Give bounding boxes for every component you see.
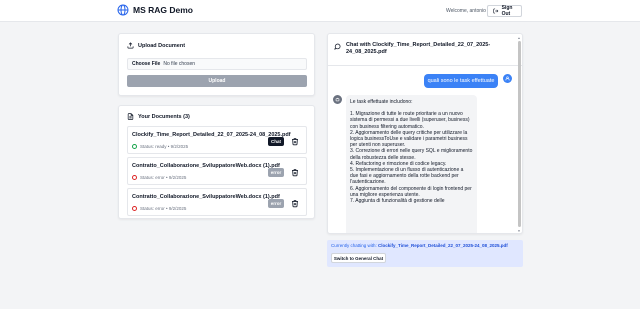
scroll-up-arrow-icon[interactable]: ▲ <box>517 36 521 40</box>
document-list: Clockify_Time_Report_Detailed_22_07_2025… <box>127 126 307 219</box>
brand: MS RAG Demo <box>117 4 193 16</box>
error-status-icon <box>132 175 137 180</box>
sign-out-button[interactable]: Sign Out <box>487 5 522 17</box>
bot-icon <box>335 97 340 102</box>
ready-status-icon <box>132 144 137 149</box>
upload-card: Upload Document Choose File No file chos… <box>118 33 315 96</box>
trash-icon[interactable] <box>291 199 299 208</box>
document-status: Status: error • 9/2/2025 <box>132 175 186 180</box>
user-icon <box>505 76 510 81</box>
chat-title: Chat with Clockify_Time_Report_Detailed_… <box>346 42 491 55</box>
assistant-intro: Le task effettuate includono: <box>350 99 413 105</box>
upload-button[interactable]: Upload <box>127 75 307 87</box>
document-item: Contratto_Collaborazione_SviluppatoreWeb… <box>127 157 307 185</box>
switch-to-general-chat-button[interactable]: Switch to General Chat <box>331 253 386 263</box>
documents-title: Your Documents (3) <box>127 113 190 120</box>
upload-title: Upload Document <box>127 42 185 49</box>
document-name: Clockify_Time_Report_Detailed_22_07_2025… <box>132 132 291 138</box>
welcome-text: Welcome, antonio <box>446 7 486 14</box>
error-badge-button[interactable]: error <box>268 199 284 208</box>
chat-scrollbar[interactable]: ▲ ▼ <box>517 36 521 233</box>
task-item: 2. Aggiornamento delle query critiche pe… <box>350 129 468 149</box>
app-name: MS RAG Demo <box>133 5 193 15</box>
sign-out-label: Sign Out <box>501 5 513 17</box>
chat-context-line: Currently chatting with: Clockify_Time_R… <box>331 243 508 248</box>
document-item: Contratto_Collaborazione_SviluppatoreWeb… <box>127 188 307 216</box>
trash-icon[interactable] <box>291 137 299 146</box>
error-status-icon <box>132 206 137 211</box>
document-name: Contratto_Collaborazione_SviluppatoreWeb… <box>132 194 280 200</box>
document-status: Status: error • 9/2/2025 <box>132 206 186 211</box>
top-bar: MS RAG Demo Welcome, antonio Sign Out <box>0 0 640 22</box>
document-status: Status: ready • 9/2/2025 <box>132 144 188 149</box>
chat-panel: Chat with Clockify_Time_Report_Detailed_… <box>327 33 523 234</box>
task-item: 7. Aggiunta di funzionalità di gestione … <box>350 198 445 205</box>
user-message: quali sono le task effettuate <box>424 74 498 88</box>
scroll-thumb[interactable] <box>517 41 521 227</box>
task-item: 1. Migrazione di tutte le route priorita… <box>350 111 470 130</box>
choose-file-button[interactable]: Choose File <box>132 61 160 67</box>
document-item: Clockify_Time_Report_Detailed_22_07_2025… <box>127 126 307 154</box>
trash-icon[interactable] <box>291 168 299 177</box>
document-name: Contratto_Collaborazione_SviluppatoreWeb… <box>132 163 280 169</box>
chat-context-box: Currently chatting with: Clockify_Time_R… <box>327 240 523 267</box>
logout-icon <box>493 8 499 14</box>
chat-bubble-icon <box>334 43 341 50</box>
user-avatar <box>503 74 512 83</box>
chat-header: Chat with Clockify_Time_Report_Detailed_… <box>334 42 496 56</box>
task-item: 3. Correzione di errori nelle query SQL … <box>350 148 473 161</box>
atom-logo-icon <box>117 4 129 16</box>
file-input[interactable]: Choose File No file chosen <box>127 58 307 70</box>
scroll-down-arrow-icon[interactable]: ▼ <box>517 229 521 233</box>
chat-context-label: Currently chatting with: <box>331 243 377 248</box>
divider <box>328 65 522 66</box>
file-status-text: No file chosen <box>163 61 196 67</box>
bot-avatar <box>333 95 342 104</box>
assistant-task-list: 1. Migrazione di tutte le route priorita… <box>350 111 473 204</box>
task-item: 5. Implementazione di un flusso di auten… <box>350 167 464 186</box>
chat-context-document: Clockify_Time_Report_Detailed_22_07_2025… <box>378 243 508 248</box>
task-item: 6. Aggiornamento del componente di login… <box>350 185 472 198</box>
error-badge-button[interactable]: error <box>268 168 284 177</box>
documents-card: Your Documents (3) Clockify_Time_Report_… <box>118 105 315 219</box>
chat-document-button[interactable]: Chat <box>268 137 284 146</box>
upload-icon <box>127 42 134 49</box>
assistant-message: Le task effettuate includono: 1. Migrazi… <box>346 95 477 233</box>
document-icon <box>127 113 134 120</box>
